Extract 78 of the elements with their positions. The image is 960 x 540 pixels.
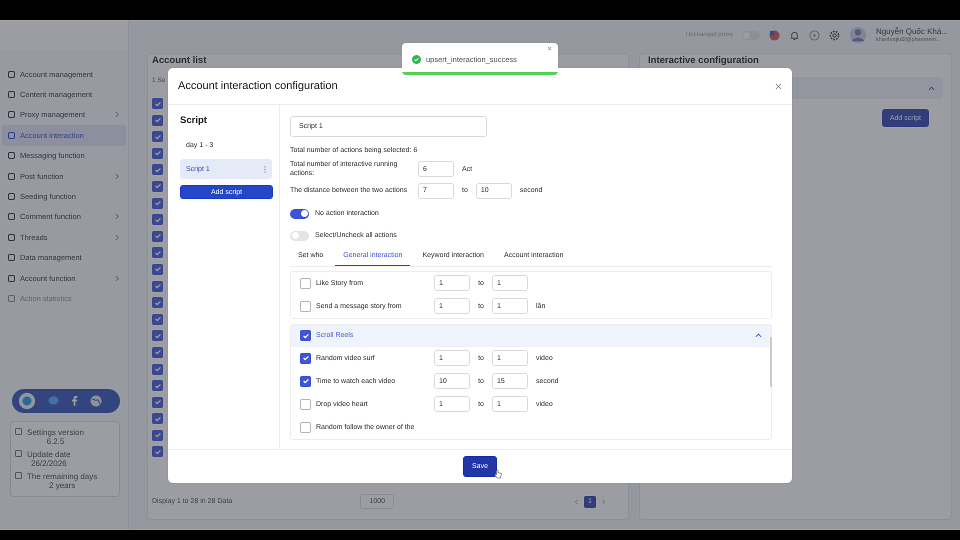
checkbox[interactable] (300, 278, 311, 289)
checkbox[interactable] (300, 398, 311, 410)
hand-cursor-icon (494, 469, 502, 479)
menu-item-icon (8, 111, 15, 118)
info-icon (15, 450, 22, 457)
checkmark-icon (154, 365, 162, 373)
checkbox[interactable] (152, 230, 163, 242)
checkbox[interactable] (152, 280, 163, 292)
checkbox[interactable] (300, 330, 311, 342)
bell-icon[interactable] (788, 30, 800, 40)
close-icon[interactable] (775, 82, 782, 90)
menu-item-icon (8, 172, 15, 180)
info-label: Settings version (27, 428, 84, 437)
checkbox[interactable] (152, 297, 163, 308)
menu-item-icon (8, 91, 15, 98)
checkbox[interactable] (152, 214, 163, 226)
info-value: 6.2.5 (46, 436, 66, 446)
checkbox[interactable] (152, 198, 163, 209)
chat-icon[interactable] (48, 395, 59, 406)
checkbox[interactable] (300, 352, 311, 364)
menu-item-icon (8, 152, 15, 160)
checkbox[interactable] (152, 148, 163, 159)
menu-item-icon (8, 234, 15, 241)
checkbox[interactable] (152, 264, 163, 275)
info-icon (15, 428, 22, 435)
menu-item-icon (8, 132, 15, 139)
checkbox[interactable] (152, 380, 163, 392)
checkmark-icon (302, 354, 310, 362)
menu-item-icon (8, 213, 15, 220)
checkbox[interactable] (152, 114, 163, 126)
facebook-icon[interactable] (71, 395, 78, 406)
info-value: 26/2/2026 (31, 458, 68, 468)
avatar[interactable] (848, 26, 867, 44)
menu-item-icon (8, 274, 15, 282)
dialog-title: Account interaction configuration (178, 80, 339, 92)
checkbox[interactable] (300, 376, 311, 387)
checkmark-icon (154, 100, 162, 108)
checkbox[interactable] (152, 396, 163, 408)
globe-icon[interactable] (90, 394, 102, 407)
menu-item-icon (8, 294, 15, 302)
success-icon (412, 54, 421, 64)
checkbox[interactable] (152, 247, 163, 258)
checkbox[interactable] (152, 413, 163, 424)
user-name: Nguyễn Quốc Khá... (876, 27, 948, 36)
close-icon[interactable] (547, 46, 552, 51)
checkbox[interactable] (152, 98, 163, 109)
menu-item-icon (8, 70, 15, 78)
settings-icon[interactable] (828, 30, 840, 40)
menu-item-icon (8, 254, 15, 262)
info-label: Update date (27, 450, 71, 459)
collapse-icon[interactable] (928, 86, 935, 90)
info-icon (15, 472, 22, 479)
checkbox[interactable] (152, 180, 163, 192)
checkbox[interactable] (152, 446, 163, 458)
checkbox[interactable] (152, 364, 163, 374)
info-value: 2 years (49, 480, 76, 490)
info-label: The remaining days (27, 472, 98, 481)
collapse-icon[interactable] (755, 333, 762, 338)
checkbox[interactable] (300, 300, 311, 312)
toggle-switch[interactable] (290, 208, 309, 219)
script-heading: Script (180, 115, 208, 126)
panel-title: Interactive configuration (648, 55, 759, 66)
checkbox[interactable] (152, 430, 163, 441)
checkbox[interactable] (152, 330, 163, 342)
checkbox[interactable] (152, 346, 163, 358)
flag-icon[interactable] (768, 30, 780, 40)
play-icon[interactable] (808, 30, 820, 40)
checkbox[interactable] (152, 131, 163, 142)
panel-title: Account list (152, 55, 206, 66)
prev-icon[interactable] (574, 498, 578, 504)
toggle-switch[interactable] (290, 230, 309, 241)
menu-item-icon (8, 193, 15, 200)
checkmark-icon (302, 377, 310, 386)
checkmark-icon (302, 332, 310, 340)
checkbox[interactable] (152, 164, 163, 176)
checkbox[interactable] (300, 422, 311, 433)
checkbox[interactable] (152, 314, 163, 325)
next-icon[interactable] (602, 498, 606, 504)
